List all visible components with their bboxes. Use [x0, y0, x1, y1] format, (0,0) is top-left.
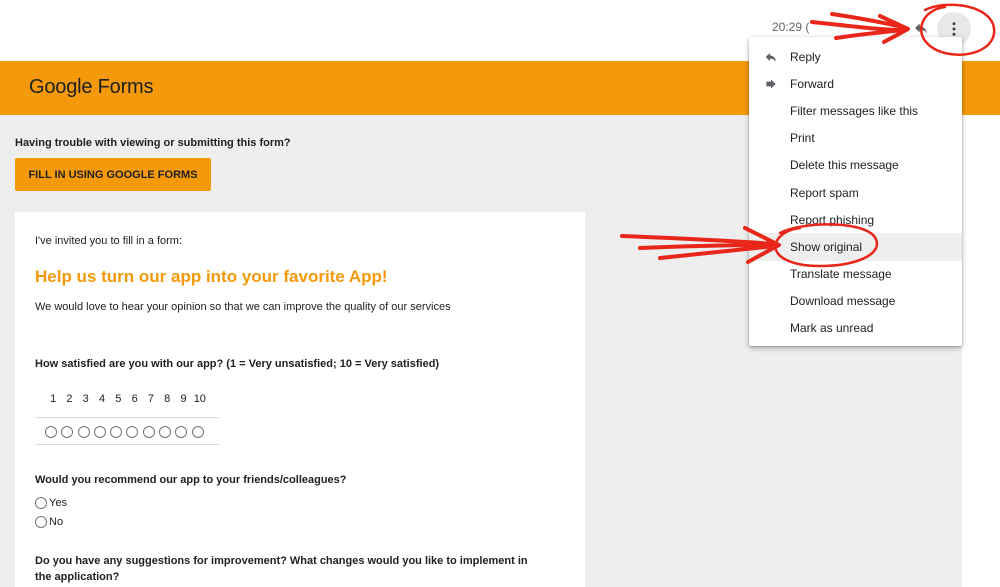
menu-item-label: Show original: [790, 239, 863, 254]
menu-item-label: Report phishing: [790, 212, 875, 227]
form-title: Help us turn our app into your favorite …: [35, 267, 388, 286]
menu-item-forward[interactable]: Forward: [749, 70, 962, 97]
google-forms-logo: Google Forms: [29, 76, 154, 98]
scale-radio[interactable]: [61, 426, 74, 438]
menu-item-label: Forward: [790, 76, 835, 91]
scale-radio[interactable]: [45, 426, 57, 438]
menu-item-label: Reply: [790, 49, 821, 64]
message-options-menu: Reply Forward Filter messages like this …: [749, 37, 962, 346]
question-suggestions: Do you have any suggestions for improvem…: [35, 555, 528, 583]
scale-radio[interactable]: [159, 426, 172, 438]
scale-label: 10: [193, 393, 206, 405]
question-recommend: Would you recommend our app to your frie…: [35, 474, 347, 486]
form-description: We would love to hear your opinion so th…: [35, 301, 451, 313]
scale-radio[interactable]: [77, 426, 90, 438]
menu-item-reply[interactable]: Reply: [749, 43, 962, 70]
menu-item-delete[interactable]: Delete this message: [749, 152, 962, 179]
scale-label: 9: [180, 393, 187, 405]
menu-item-show-original[interactable]: Show original: [749, 233, 962, 261]
menu-item-download[interactable]: Download message: [749, 288, 962, 315]
menu-item-label: Delete this message: [790, 158, 899, 173]
reply-arrow-icon[interactable]: [910, 17, 932, 39]
menu-item-label: Download message: [790, 294, 896, 309]
scale-label: 6: [131, 393, 138, 405]
scale-label: 2: [66, 393, 73, 405]
scale-label: 1: [50, 393, 57, 405]
option-yes-label: Yes: [49, 497, 67, 509]
option-no-label: No: [49, 516, 64, 528]
divider: [35, 444, 219, 445]
email-timestamp: 20:29 (: [772, 20, 810, 34]
option-no[interactable]: No: [35, 516, 63, 528]
option-yes[interactable]: Yes: [35, 497, 67, 509]
menu-item-print[interactable]: Print: [749, 125, 962, 152]
scale-label: 4: [98, 393, 106, 405]
question-satisfaction: How satisfied are you with our app? (1 =…: [35, 358, 440, 370]
scale-radios: [45, 426, 208, 438]
scale-radio[interactable]: [93, 426, 106, 438]
menu-item-translate[interactable]: Translate message: [749, 261, 962, 288]
invited-text: I've invited you to fill in a form:: [35, 235, 182, 247]
menu-item-label: Translate message: [790, 267, 892, 282]
scale-radio[interactable]: [110, 426, 123, 438]
radio-yes[interactable]: [35, 497, 47, 509]
scale-labels: 1 2 3 4 5 6 7 8 9 10: [45, 393, 208, 405]
menu-item-filter[interactable]: Filter messages like this: [749, 97, 962, 124]
radio-no[interactable]: [35, 516, 47, 528]
scale-label: 3: [82, 393, 89, 405]
menu-item-report-spam[interactable]: Report spam: [749, 179, 962, 206]
menu-item-report-phishing[interactable]: Report phishing: [749, 206, 962, 233]
menu-item-mark-unread[interactable]: Mark as unread: [749, 315, 962, 342]
scale-radio[interactable]: [191, 426, 204, 438]
scale-label: 5: [115, 393, 122, 405]
fill-in-google-forms-button[interactable]: FILL IN USING GOOGLE FORMS: [15, 158, 211, 191]
scale-label: 8: [164, 393, 171, 405]
scale-label: 7: [147, 393, 154, 405]
scale-radio[interactable]: [175, 426, 188, 438]
menu-item-label: Report spam: [790, 185, 859, 200]
trouble-text: Having trouble with viewing or submittin…: [15, 137, 291, 149]
menu-item-label: Filter messages like this: [790, 103, 919, 118]
scale-radio[interactable]: [142, 426, 155, 438]
divider: [35, 417, 219, 418]
form-card: I've invited you to fill in a form: Help…: [15, 212, 585, 587]
scale-radio[interactable]: [126, 426, 139, 438]
more-vertical-icon: [952, 22, 956, 36]
forward-icon: [766, 79, 776, 89]
reply-icon: [765, 52, 777, 62]
menu-item-label: Mark as unread: [790, 321, 874, 336]
menu-item-label: Print: [790, 131, 815, 146]
